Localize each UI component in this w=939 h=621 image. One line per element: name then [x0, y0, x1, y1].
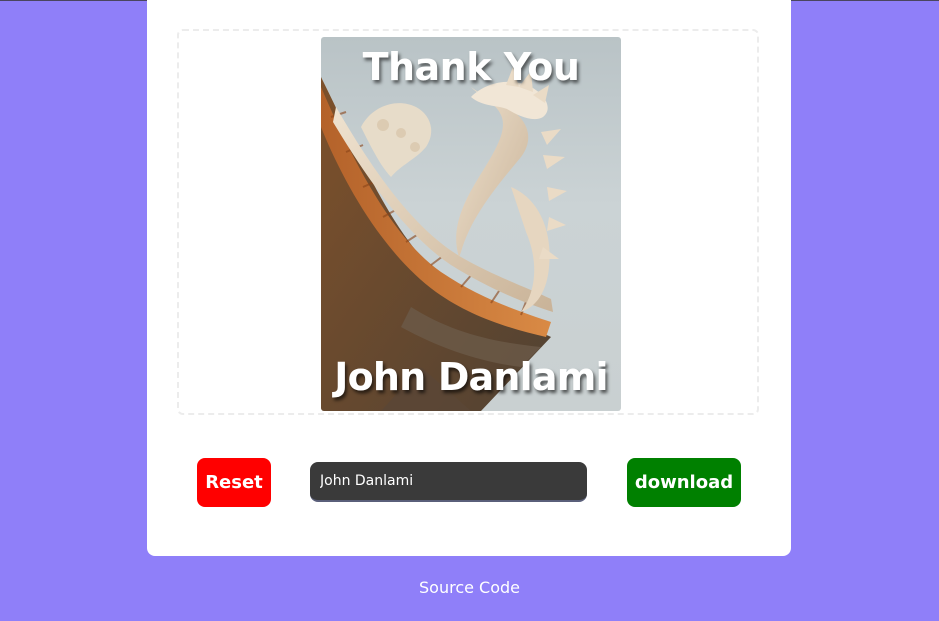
card-title: Thank You	[362, 45, 580, 89]
greeting-card-preview: Thank You John Danlami	[321, 37, 621, 411]
preview-frame: Thank You John Danlami	[177, 29, 759, 415]
name-input[interactable]	[310, 462, 587, 502]
reset-button[interactable]: Reset	[197, 458, 271, 507]
card-recipient-name: John Danlami	[334, 355, 608, 399]
download-button[interactable]: download	[627, 458, 741, 507]
certificate-panel: Thank You John Danlami Reset download	[147, 0, 791, 556]
source-code-link[interactable]: Source Code	[0, 578, 939, 597]
